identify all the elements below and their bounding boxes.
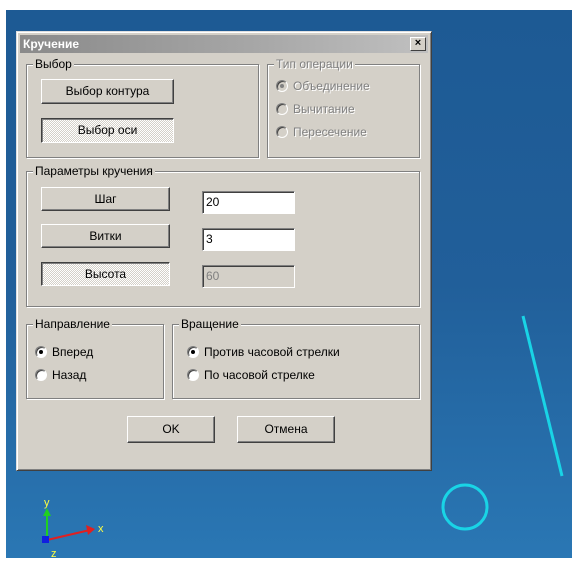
twist-params-legend: Параметры кручения [33,164,155,178]
select-axis-label: Выбор оси [77,123,138,137]
x-axis-arrow [86,525,95,535]
z-axis-marker [42,536,49,543]
height-label: Высота [84,267,127,281]
height-value: 60 [206,269,220,283]
radio-dot [187,369,199,381]
z-axis-label: z [51,548,57,558]
turns-button[interactable]: Витки [41,224,170,248]
y-axis-arrow [43,508,51,516]
direction-forward-label: Вперед [52,345,94,359]
cancel-button[interactable]: Отмена [237,416,335,443]
operation-legend: Тип операции [274,57,355,71]
twist-params-group: Параметры кручения Шаг 20 Витки 3 Высота… [26,164,420,307]
select-axis-button[interactable]: Выбор оси [41,118,174,143]
rotation-legend: Вращение [179,317,241,331]
dialog-title: Кручение [23,37,80,51]
turns-value: 3 [206,232,213,246]
turns-field[interactable]: 3 [202,228,295,251]
cancel-label: Отмена [264,422,308,436]
rotation-ccw-label: Против часовой стрелки [204,345,340,359]
select-contour-label: Выбор контура [65,84,150,98]
step-button[interactable]: Шаг [41,187,170,211]
3d-viewport[interactable]: y x z Кручение × Выбор Выбор контура Выб… [6,10,572,558]
select-contour-button[interactable]: Выбор контура [41,79,174,104]
axis-triad: y x z [42,497,104,558]
ok-label: OK [162,422,180,436]
dialog-titlebar[interactable]: Кручение × [20,35,428,53]
sketch-circle[interactable] [441,483,489,531]
selection-group: Выбор Выбор контура Выбор оси [26,57,259,158]
radio-dot [276,126,288,138]
operation-subtract-label: Вычитание [293,102,355,116]
direction-back-label: Назад [52,368,87,382]
rotation-group: Вращение Против часовой стрелки По часов… [172,317,420,399]
turns-label: Витки [89,229,122,243]
close-button[interactable]: × [410,37,426,51]
close-icon: × [414,37,422,49]
y-axis-label: y [44,497,50,509]
sketch-line[interactable] [521,315,564,477]
twist-dialog: Кручение × Выбор Выбор контура Выбор оси… [16,31,432,471]
x-axis-label: x [98,523,104,535]
operation-intersect-label: Пересечение [293,125,367,139]
direction-legend: Направление [33,317,112,331]
ok-button[interactable]: OK [127,416,215,443]
rotation-cw-label: По часовой стрелке [204,368,315,382]
operation-union-label: Объединение [293,79,370,93]
radio-dot [276,80,288,92]
selection-legend: Выбор [33,57,74,71]
radio-dot [276,103,288,115]
step-label: Шаг [94,192,117,206]
radio-dot [187,346,199,358]
step-field[interactable]: 20 [202,191,295,214]
radio-dot [35,369,47,381]
operation-group: Тип операции Объединение Вычитание Перес… [267,57,420,158]
height-button[interactable]: Высота [41,262,170,286]
x-axis-line [46,529,91,541]
direction-group: Направление Вперед Назад [26,317,164,399]
height-field: 60 [202,265,295,288]
step-value: 20 [206,195,220,209]
radio-dot [35,346,47,358]
